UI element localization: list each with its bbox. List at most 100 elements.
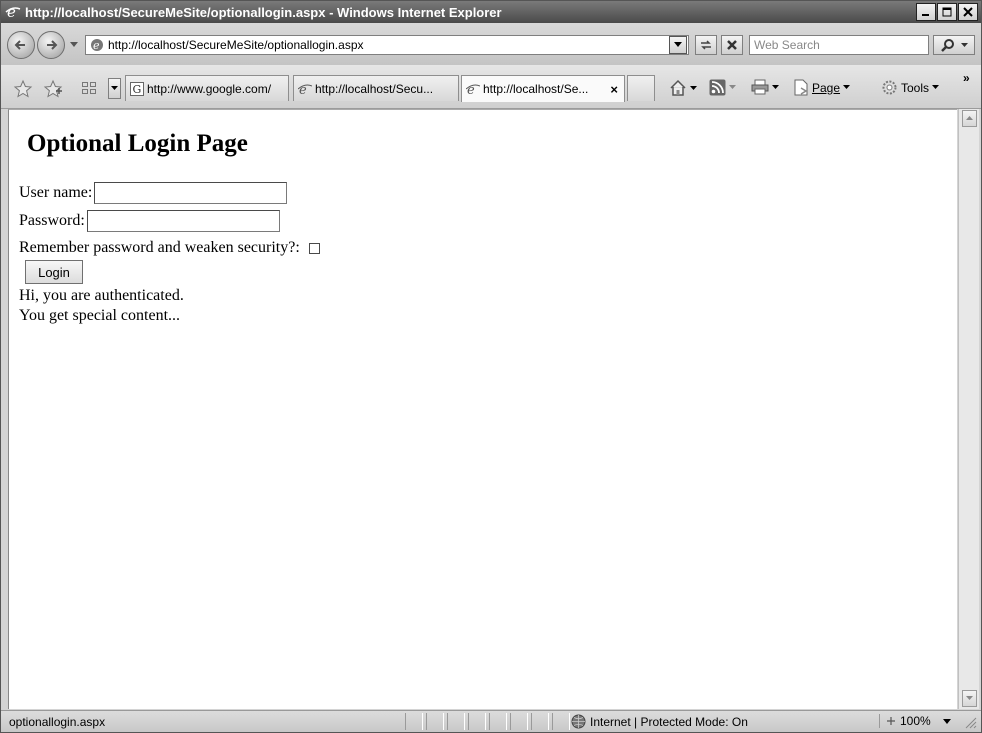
address-url: http://localhost/SecureMeSite/optionallo… [108,38,364,52]
globe-icon [571,714,586,729]
special-content-message: You get special content... [19,307,181,324]
back-button[interactable] [7,31,35,59]
auth-message: Hi, you are authenticated. [19,287,184,304]
svg-text:e: e [7,4,16,20]
star-icon [13,79,33,98]
password-label: Password: [19,212,85,229]
status-panel [426,713,444,730]
zoom-icon [887,717,895,725]
resize-grip-icon[interactable] [963,715,977,729]
stop-button[interactable] [721,35,743,55]
login-button[interactable]: Login [25,260,83,284]
chevron-down-icon [674,42,682,47]
maximize-button[interactable] [937,3,957,21]
status-panel [447,713,465,730]
password-field[interactable] [86,210,280,232]
feeds-button[interactable] [709,79,736,96]
address-dropdown-button[interactable] [669,36,687,54]
new-tab-button[interactable] [627,75,655,101]
chevron-down-icon [772,84,779,89]
chevron-down-icon [960,42,968,47]
home-button[interactable] [669,79,697,97]
svg-text:G: G [133,83,142,96]
tools-menu-button[interactable]: Tools [881,79,940,96]
page-icon [794,79,808,96]
stop-icon [727,40,737,50]
forward-button[interactable] [37,31,65,59]
security-zone-label: Internet | Protected Mode: On [590,714,748,729]
search-icon [940,39,954,52]
close-button[interactable] [958,3,978,21]
toolbar-overflow-icon[interactable]: » [963,71,970,85]
ie-page-icon: e [298,82,312,96]
gear-icon [882,80,897,95]
browser-window: e http://localhost/SecureMeSite/optional… [0,0,982,733]
tab-label: http://localhost/Secu... [315,81,434,96]
username-field[interactable] [94,182,288,204]
rss-feed-icon [709,79,726,96]
recent-pages-dropdown[interactable] [69,40,78,50]
google-icon: G [130,81,144,96]
ie-icon: e [4,3,22,21]
chevron-down-icon [843,85,851,89]
vertical-scrollbar[interactable] [958,109,979,709]
tab-google[interactable]: G http://www.google.com/ [125,75,289,101]
refresh-icon [701,40,711,50]
page-menu-label: Page [812,80,841,95]
printer-icon [751,79,769,95]
quick-tabs-icon [82,82,96,94]
page-menu-button[interactable]: Page [793,79,851,96]
tab-label: http://www.google.com/ [147,81,272,96]
remember-label: Remember password and weaken security?: [19,239,300,256]
print-button[interactable] [751,79,779,95]
scroll-down-arrow-icon [966,696,973,700]
security-zone[interactable]: Internet | Protected Mode: On [571,714,748,729]
scroll-up-arrow-icon [966,116,973,120]
tools-menu-label: Tools [901,80,930,95]
tab-localhost-1[interactable]: e http://localhost/Secu... [293,75,459,101]
page-content: Optional Login Page User name: Password:… [8,109,957,709]
chevron-down-icon [729,85,736,89]
search-button[interactable] [933,35,975,55]
tab-toolbar: G http://www.google.com/ e http://localh… [1,65,981,109]
scroll-up-button[interactable] [962,110,977,127]
zoom-level-button[interactable]: 100% [879,714,951,728]
ie-page-icon: e [88,36,106,54]
status-panel [405,713,423,730]
chevron-down-icon [942,718,951,724]
title-bar: e http://localhost/SecureMeSite/optional… [1,1,981,23]
forward-arrow-icon [47,40,58,50]
quick-tabs-button[interactable] [81,79,97,97]
chevron-down-icon [111,86,118,90]
search-input[interactable]: Web Search [749,35,929,55]
status-panel [468,713,486,730]
chevron-down-icon [932,85,940,89]
status-text: optionallogin.aspx [9,715,106,729]
scroll-down-button[interactable] [962,690,977,707]
address-toolbar: e http://localhost/SecureMeSite/optional… [1,23,981,65]
tab-localhost-active[interactable]: e http://localhost/Se... × [461,75,625,102]
remember-checkbox[interactable] [308,242,320,254]
close-tab-icon[interactable]: × [610,82,618,97]
zoom-level-label: 100% [900,714,931,728]
refresh-button[interactable] [695,35,717,55]
home-icon [670,79,686,96]
ie-page-icon: e [466,82,480,96]
status-panel [552,713,570,730]
chevron-down-icon [690,85,697,90]
status-panel [510,713,528,730]
add-star-icon [43,79,63,98]
tab-label: http://localhost/Se... [483,82,589,96]
address-field[interactable]: e http://localhost/SecureMeSite/optional… [85,35,689,55]
minimize-button[interactable] [916,3,936,21]
chevron-down-icon [69,42,78,47]
add-favorites-button[interactable] [43,79,63,99]
status-panel [489,713,507,730]
username-row: User name: [19,182,288,204]
status-panel [531,713,549,730]
window-title: http://localhost/SecureMeSite/optionallo… [25,4,502,20]
page-title: Optional Login Page [27,130,248,157]
svg-text:e: e [93,39,100,52]
favorites-center-button[interactable] [13,79,33,99]
tab-list-dropdown[interactable] [108,78,121,99]
